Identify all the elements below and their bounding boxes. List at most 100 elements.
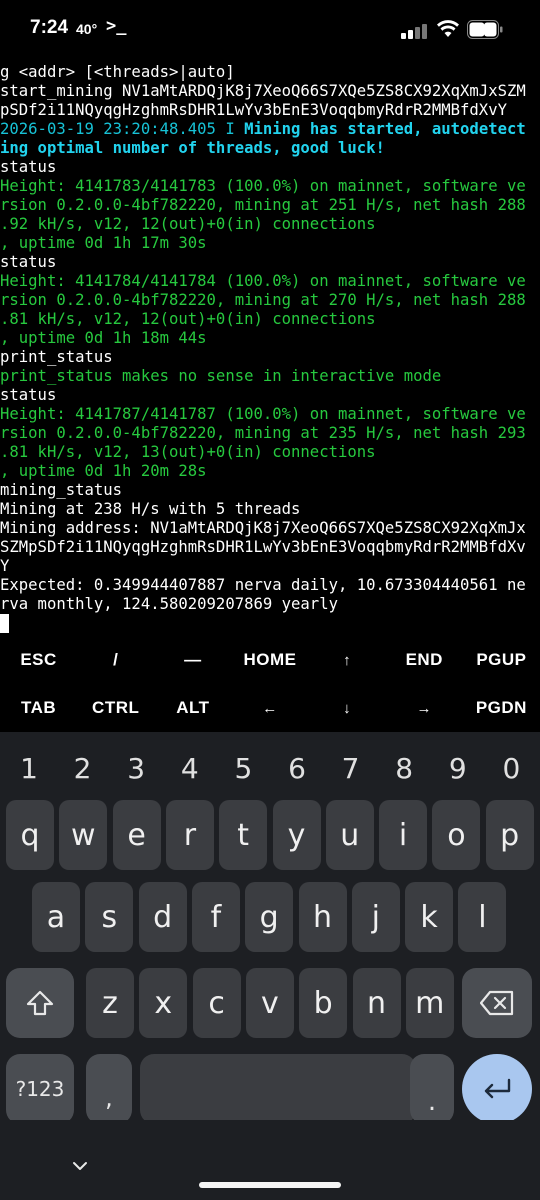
- terminal-line: 2026-03-19 23:20:48.405 I Mining has sta…: [0, 120, 540, 139]
- letter-key[interactable]: g: [245, 882, 294, 952]
- backspace-key[interactable]: [462, 968, 532, 1038]
- letter-key[interactable]: v: [245, 968, 294, 1038]
- terminal-line: Y: [0, 557, 540, 576]
- letter-key[interactable]: l: [458, 882, 507, 952]
- letter-key[interactable]: e: [112, 800, 161, 870]
- terminal-line-text: start_mining NV1aMtARDQjK8j7XeoQ66S7XQe5…: [0, 82, 526, 100]
- letter-key[interactable]: t: [219, 800, 268, 870]
- terminal-line-text: status: [0, 253, 57, 271]
- letter-key[interactable]: w: [59, 800, 108, 870]
- letter-key[interactable]: r: [165, 800, 214, 870]
- terminal-line-text: 2026-03-19 23:20:48.405 I: [0, 120, 245, 138]
- terminal-line: Mining address: NV1aMtARDQjK8j7XeoQ66S7X…: [0, 519, 540, 538]
- terminal-line-highlight: Mining has started, autodetect: [244, 120, 526, 138]
- terminal-line-text: , uptime 0d 1h 18m 44s: [0, 329, 207, 347]
- extra-key-1-4[interactable]: HOME: [231, 636, 308, 684]
- extra-key-2-4[interactable]: ←: [231, 684, 308, 732]
- shift-key[interactable]: [6, 968, 74, 1038]
- extra-key-1-7[interactable]: PGUP: [463, 636, 540, 684]
- letter-key[interactable]: q: [6, 800, 54, 870]
- letter-key[interactable]: k: [405, 882, 454, 952]
- terminal-line-text: print_status makes no sense in interacti…: [0, 367, 442, 385]
- terminal-line: .81 kH/s, v12, 12(out)+0(in) connections: [0, 310, 540, 329]
- terminal-line: Height: 4141787/4141787 (100.0%) on main…: [0, 405, 540, 424]
- letter-key[interactable]: c: [192, 968, 241, 1038]
- terminal-line: g <addr> [<threads>|auto]: [0, 63, 540, 82]
- letter-key[interactable]: f: [191, 882, 240, 952]
- number-key[interactable]: 0: [484, 740, 538, 796]
- terminal-output[interactable]: g <addr> [<threads>|auto] start_mining NV…: [0, 63, 540, 635]
- terminal-line-text: , uptime 0d 1h 20m 28s: [0, 462, 207, 480]
- period-key[interactable]: .: [410, 1054, 454, 1124]
- extra-key-1-5[interactable]: ↑: [309, 636, 386, 684]
- number-key[interactable]: 8: [377, 740, 431, 796]
- letter-key[interactable]: n: [352, 968, 401, 1038]
- extra-keys-row-1: ESC / — HOME ↑ END PGUP: [0, 636, 540, 684]
- number-key[interactable]: 6: [270, 740, 324, 796]
- terminal-line: print_status: [0, 348, 540, 367]
- terminal-line: print_status makes no sense in interacti…: [0, 367, 540, 386]
- extra-key-1-3[interactable]: —: [154, 636, 231, 684]
- letter-key[interactable]: y: [272, 800, 321, 870]
- extra-key-2-1[interactable]: TAB: [0, 684, 77, 732]
- letter-key[interactable]: s: [85, 882, 134, 952]
- letter-key[interactable]: o: [432, 800, 481, 870]
- terminal-line-text: Height: 4141784/4141784 (100.0%) on main…: [0, 272, 526, 290]
- letter-key[interactable]: j: [351, 882, 400, 952]
- terminal-prompt-icon: >_: [106, 16, 127, 36]
- comma-key[interactable]: ,: [86, 1054, 132, 1124]
- extra-key-2-7[interactable]: PGDN: [463, 684, 540, 732]
- clock: 7:24: [30, 17, 69, 38]
- letter-key[interactable]: h: [298, 882, 347, 952]
- letter-key[interactable]: m: [405, 968, 454, 1038]
- extra-key-2-3[interactable]: ALT: [154, 684, 231, 732]
- letter-key[interactable]: u: [325, 800, 374, 870]
- chevron-down-icon[interactable]: [72, 1160, 88, 1172]
- wifi-icon: [437, 20, 459, 37]
- terminal-line: rsion 0.2.0.0-4bf782220, mining at 270 H…: [0, 291, 540, 310]
- temperature: 40°: [76, 21, 98, 37]
- extra-keys-row-2: TAB CTRL ALT ← ↓ → PGDN: [0, 684, 540, 732]
- terminal-line-text: print_status: [0, 348, 113, 366]
- letter-key[interactable]: x: [139, 968, 188, 1038]
- symbols-key[interactable]: ?123: [6, 1054, 74, 1124]
- terminal-line: , uptime 0d 1h 18m 44s: [0, 329, 540, 348]
- number-key[interactable]: 1: [2, 740, 56, 796]
- terminal-line-text: Height: 4141787/4141787 (100.0%) on main…: [0, 405, 526, 423]
- home-indicator[interactable]: [199, 1182, 341, 1188]
- number-key[interactable]: 4: [163, 740, 217, 796]
- terminal-line-text: Y: [0, 557, 10, 575]
- terminal-line: rsion 0.2.0.0-4bf782220, mining at 235 H…: [0, 424, 540, 443]
- number-key[interactable]: 7: [324, 740, 378, 796]
- terminal-line: Mining at 238 H/s with 5 threads: [0, 500, 540, 519]
- letter-key[interactable]: d: [138, 882, 187, 952]
- letter-key[interactable]: z: [86, 968, 134, 1038]
- number-key[interactable]: 3: [109, 740, 163, 796]
- terminal-line-text: SZMpSDf2i11NQyqgHzghmRsDHR1LwYv3bEnE3Voq…: [0, 538, 526, 556]
- terminal-line-text: Expected: 0.349944407887 nerva daily, 10…: [0, 576, 526, 594]
- number-key[interactable]: 2: [56, 740, 110, 796]
- extra-key-1-1[interactable]: ESC: [0, 636, 77, 684]
- enter-key[interactable]: [462, 1054, 532, 1124]
- letter-key[interactable]: i: [379, 800, 428, 870]
- letter-key[interactable]: a: [32, 882, 80, 952]
- terminal-line-text: .81 kH/s, v12, 13(out)+0(in) connections: [0, 443, 376, 461]
- terminal-line: SZMpSDf2i11NQyqgHzghmRsDHR1LwYv3bEnE3Voq…: [0, 538, 540, 557]
- terminal-line-text: , uptime 0d 1h 17m 30s: [0, 234, 207, 252]
- extra-key-2-2[interactable]: CTRL: [77, 684, 154, 732]
- space-key[interactable]: [140, 1054, 416, 1124]
- extra-key-1-2[interactable]: /: [77, 636, 154, 684]
- letter-key[interactable]: p: [485, 800, 534, 870]
- extra-key-2-6[interactable]: →: [386, 684, 463, 732]
- extra-key-2-5[interactable]: ↓: [309, 684, 386, 732]
- terminal-line-text: rsion 0.2.0.0-4bf782220, mining at 270 H…: [0, 291, 526, 309]
- terminal-line: Expected: 0.349944407887 nerva daily, 10…: [0, 576, 540, 595]
- number-key[interactable]: 9: [431, 740, 485, 796]
- letter-key[interactable]: b: [299, 968, 348, 1038]
- extra-keys-bar: ESC / — HOME ↑ END PGUP TAB CTRL ALT ← ↓ → PGDN: [0, 636, 540, 732]
- number-key[interactable]: 5: [216, 740, 270, 796]
- status-bar: 7:24 40° >_: [0, 0, 540, 62]
- extra-key-1-6[interactable]: END: [386, 636, 463, 684]
- backspace-icon: [480, 990, 514, 1016]
- terminal-line-highlight: ing optimal number of threads, good luck…: [0, 139, 385, 157]
